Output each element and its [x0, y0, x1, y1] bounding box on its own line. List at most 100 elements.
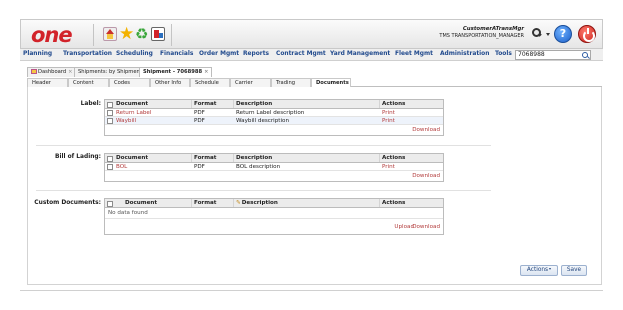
menu-transportation[interactable]: Transportation [63, 51, 112, 57]
print-link[interactable]: Print [382, 163, 395, 171]
main-menu: Planning Transportation Scheduling Finan… [20, 49, 603, 61]
logout-power-icon[interactable] [578, 25, 596, 43]
grid-header: Document Format Description Actions [105, 154, 443, 163]
menu-reports[interactable]: Reports [243, 51, 269, 57]
tab-label: Shipment - 7068988 [143, 69, 203, 75]
print-link[interactable]: Print [382, 117, 395, 125]
empty-message: No data found [108, 210, 148, 216]
menu-tools[interactable]: Tools [495, 51, 512, 57]
document-link[interactable]: Return Label [116, 109, 151, 117]
close-icon[interactable]: × [204, 69, 208, 75]
column-format: Format [194, 101, 217, 107]
menu-yard-management[interactable]: Yard Management [330, 51, 390, 57]
tab-schedule[interactable]: Schedule [190, 78, 230, 87]
dashboard-chart-icon[interactable] [151, 27, 165, 41]
custom-documents-section-title: Custom Documents: [34, 200, 101, 206]
download-link[interactable]: Download [412, 222, 440, 232]
menu-financials[interactable]: Financials [160, 51, 193, 57]
chevron-down-icon[interactable] [546, 33, 550, 36]
format-value: PDF [194, 118, 205, 124]
home-icon[interactable] [103, 27, 117, 41]
favorites-star-icon[interactable] [119, 24, 134, 44]
wrench-icon[interactable] [530, 26, 544, 42]
label-section-title: Label: [80, 101, 101, 107]
home-icon [31, 69, 37, 74]
column-actions: Actions [382, 200, 406, 206]
header-divider [171, 24, 172, 46]
search-input[interactable]: 7068988 [515, 50, 591, 60]
table-row[interactable]: BOL PDF BOL description Print [105, 163, 443, 171]
actions-dropdown-button[interactable]: Actions [520, 265, 558, 276]
tab-documents[interactable]: Documents [311, 78, 351, 87]
table-row[interactable]: Return Label PDF Return Label descriptio… [105, 109, 443, 117]
column-actions: Actions [382, 155, 406, 161]
column-divider [233, 154, 234, 162]
row-checkbox[interactable] [107, 118, 113, 124]
row-checkbox[interactable] [107, 164, 113, 170]
column-document: Document [116, 155, 149, 161]
table-row[interactable]: Waybill PDF Waybill description Print [105, 117, 443, 125]
user-name: CustomerATransMgr [462, 26, 524, 32]
select-all-checkbox[interactable] [107, 200, 113, 207]
column-divider [379, 199, 380, 207]
search-icon[interactable] [582, 52, 588, 58]
column-description: Description [236, 101, 273, 107]
tab-trading[interactable]: Trading [271, 78, 311, 87]
close-icon[interactable]: × [68, 69, 72, 75]
help-icon[interactable]: ? [554, 25, 572, 43]
grid-footer: Download [105, 171, 443, 181]
menu-contract-mgmt[interactable]: Contract Mgmt [276, 51, 326, 57]
user-role: TMS TRANSPORTATION_MANAGER [439, 33, 524, 39]
column-actions: Actions [382, 101, 406, 107]
row-checkbox[interactable] [107, 110, 113, 116]
menu-fleet-mgmt[interactable]: Fleet Mgmt [395, 51, 433, 57]
tab-header[interactable]: Header [27, 78, 68, 87]
column-description: ✎Description [236, 199, 278, 208]
custom-documents-grid: Document Format ✎Description Actions No … [104, 198, 444, 235]
refresh-icon[interactable] [135, 25, 149, 43]
menu-order-mgmt[interactable]: Order Mgmt [199, 51, 239, 57]
format-value: PDF [194, 110, 205, 116]
column-divider [233, 199, 234, 207]
download-link[interactable]: Download [412, 125, 440, 135]
tab-label: Dashboard [38, 69, 67, 75]
app-header: one CustomerATransMgr TMS TRANSPORTATION… [20, 19, 603, 49]
print-link[interactable]: Print [382, 109, 395, 117]
menu-planning[interactable]: Planning [23, 51, 52, 57]
bol-documents-grid: Document Format Description Actions BOL … [104, 153, 444, 182]
download-link[interactable]: Download [412, 171, 440, 181]
header-divider [93, 24, 94, 46]
tab-dashboard[interactable]: Dashboard × [27, 67, 77, 77]
chevron-down-icon [549, 268, 552, 270]
menu-scheduling[interactable]: Scheduling [116, 51, 153, 57]
save-button[interactable]: Save [561, 265, 587, 276]
tab-carrier[interactable]: Carrier [230, 78, 271, 87]
tab-content[interactable]: Content [68, 78, 109, 87]
one-logo[interactable]: one [31, 23, 73, 47]
document-link[interactable]: Waybill [116, 117, 136, 125]
upload-link[interactable]: Upload [394, 222, 414, 232]
tab-other-info[interactable]: Other Info [150, 78, 190, 87]
description-value: Waybill description [236, 118, 290, 124]
tab-shipment-7068988[interactable]: Shipment - 7068988 × [139, 67, 213, 77]
select-all-checkbox[interactable] [107, 101, 113, 108]
column-divider [379, 154, 380, 162]
select-all-checkbox[interactable] [107, 155, 113, 162]
description-value: Return Label description [236, 110, 305, 116]
section-tabs: Header Content Codes Other Info Schedule… [27, 78, 602, 87]
user-info: CustomerATransMgr TMS TRANSPORTATION_MAN… [439, 26, 524, 40]
document-link[interactable]: BOL [116, 163, 127, 171]
column-document: Document [116, 101, 149, 107]
footer-divider [20, 290, 603, 291]
pencil-icon: ✎ [236, 200, 241, 206]
column-divider [191, 100, 192, 108]
grid-footer: Upload Download [105, 218, 443, 234]
label-documents-grid: Document Format Description Actions Retu… [104, 99, 444, 136]
column-description-label: Description [241, 200, 278, 206]
bol-section-title: Bill of Lading: [55, 154, 101, 160]
menu-administration[interactable]: Administration [440, 51, 489, 57]
section-divider [36, 145, 491, 146]
tab-codes[interactable]: Codes [109, 78, 150, 87]
column-format: Format [194, 200, 217, 206]
search-value: 7068988 [518, 51, 545, 58]
